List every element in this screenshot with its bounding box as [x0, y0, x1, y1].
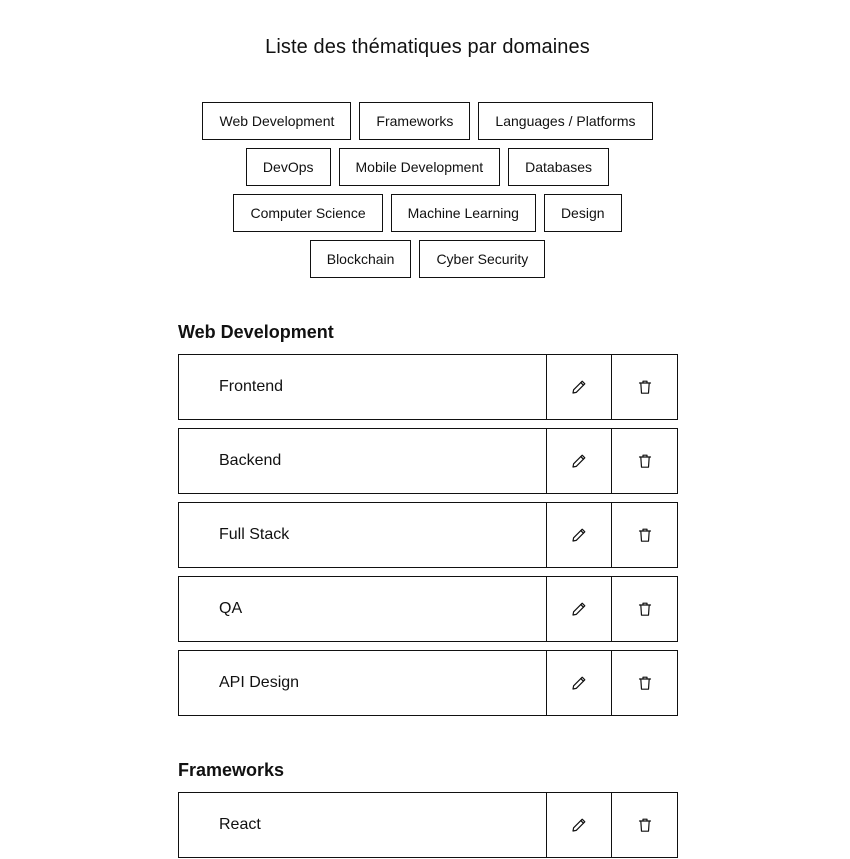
delete-button[interactable] — [612, 429, 677, 493]
edit-button[interactable] — [547, 503, 612, 567]
edit-button[interactable] — [547, 577, 612, 641]
trash-icon — [638, 528, 651, 542]
delete-button[interactable] — [612, 355, 677, 419]
theme-row: Full Stack — [178, 502, 678, 568]
pencil-icon — [572, 454, 586, 468]
delete-button[interactable] — [612, 503, 677, 567]
theme-label: React — [179, 793, 547, 857]
trash-icon — [638, 454, 651, 468]
filter-machine-learning-button[interactable]: Machine Learning — [390, 194, 536, 232]
domain-section-web-development: Web Development Frontend Backend Full St… — [178, 320, 678, 724]
domain-section-frameworks: Frameworks React — [178, 758, 678, 859]
pencil-icon — [572, 676, 586, 690]
delete-button[interactable] — [612, 577, 677, 641]
filter-web-development-button[interactable]: Web Development — [202, 102, 352, 140]
theme-label: QA — [179, 577, 547, 641]
pencil-icon — [572, 380, 586, 394]
trash-icon — [638, 602, 651, 616]
domain-filter-row: Web Development Frameworks Languages / P… — [0, 102, 850, 140]
domain-filter-row: Computer Science Machine Learning Design — [0, 194, 850, 232]
theme-row: API Design — [178, 650, 678, 716]
page-title: Liste des thématiques par domaines — [265, 36, 590, 58]
domain-filter-bar: Web Development Frameworks Languages / P… — [0, 102, 850, 286]
theme-label: Frontend — [179, 355, 547, 419]
trash-icon — [638, 380, 651, 394]
filter-devops-button[interactable]: DevOps — [245, 148, 331, 186]
filter-databases-button[interactable]: Databases — [508, 148, 610, 186]
edit-button[interactable] — [547, 355, 612, 419]
theme-row: QA — [178, 576, 678, 642]
domain-filter-row: Blockchain Cyber Security — [0, 240, 850, 278]
delete-button[interactable] — [612, 651, 677, 715]
filter-mobile-development-button[interactable]: Mobile Development — [338, 148, 501, 186]
trash-icon — [638, 818, 651, 832]
filter-languages-platforms-button[interactable]: Languages / Platforms — [478, 102, 653, 140]
theme-label: Backend — [179, 429, 547, 493]
page: Liste des thématiques par domaines Web D… — [0, 0, 850, 859]
delete-button[interactable] — [612, 793, 677, 857]
theme-label: Full Stack — [179, 503, 547, 567]
section-title: Frameworks — [178, 760, 285, 780]
theme-row: Frontend — [178, 354, 678, 420]
pencil-icon — [572, 528, 586, 542]
theme-row: React — [178, 792, 678, 858]
domain-filter-row: DevOps Mobile Development Databases — [0, 148, 850, 186]
pencil-icon — [572, 818, 586, 832]
edit-button[interactable] — [547, 429, 612, 493]
trash-icon — [638, 676, 651, 690]
filter-design-button[interactable]: Design — [543, 194, 622, 232]
filter-computer-science-button[interactable]: Computer Science — [233, 194, 383, 232]
edit-button[interactable] — [547, 793, 612, 857]
pencil-icon — [572, 602, 586, 616]
theme-row: Backend — [178, 428, 678, 494]
section-title: Web Development — [178, 322, 334, 342]
filter-blockchain-button[interactable]: Blockchain — [309, 240, 412, 278]
filter-cyber-security-button[interactable]: Cyber Security — [419, 240, 546, 278]
theme-label: API Design — [179, 651, 547, 715]
filter-frameworks-button[interactable]: Frameworks — [359, 102, 471, 140]
edit-button[interactable] — [547, 651, 612, 715]
